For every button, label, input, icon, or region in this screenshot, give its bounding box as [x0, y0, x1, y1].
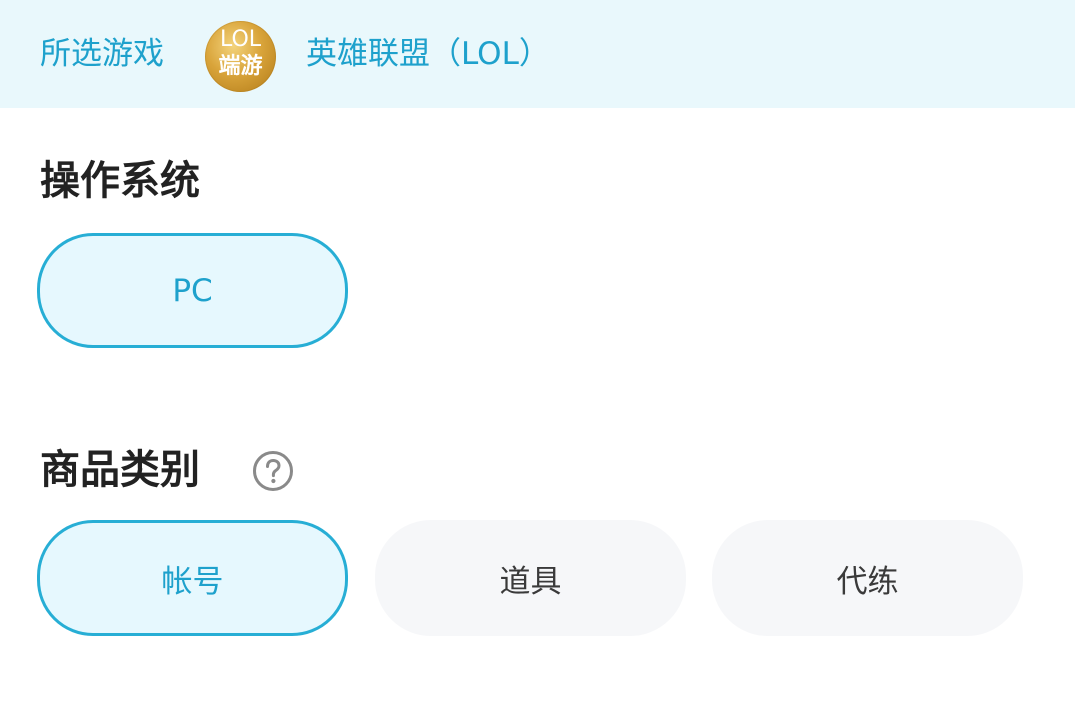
category-option-items[interactable]: 道具: [375, 520, 686, 636]
category-section-title: 商品类别: [40, 447, 200, 493]
game-name: 英雄联盟（LOL）: [306, 36, 550, 72]
category-option-label: 帐号: [161, 563, 224, 600]
logo-text-lol: LOL: [219, 27, 262, 52]
logo-text-client: 端游: [218, 54, 263, 79]
category-option-label: 道具: [499, 563, 562, 600]
category-option-account[interactable]: 帐号: [37, 520, 348, 636]
category-option-boosting[interactable]: 代练: [712, 520, 1023, 636]
category-option-label: 代练: [836, 563, 899, 600]
question-circle-icon[interactable]: [252, 450, 294, 492]
selected-game-bar[interactable]: 所选游戏 LOL 端游 英雄联盟（LOL）: [0, 0, 1075, 108]
selected-game-label: 所选游戏: [40, 36, 164, 72]
lol-game-logo: LOL 端游: [205, 21, 276, 92]
os-section-title: 操作系统: [40, 158, 200, 204]
os-option-label: PC: [172, 272, 213, 309]
os-option-pc[interactable]: PC: [37, 233, 348, 348]
